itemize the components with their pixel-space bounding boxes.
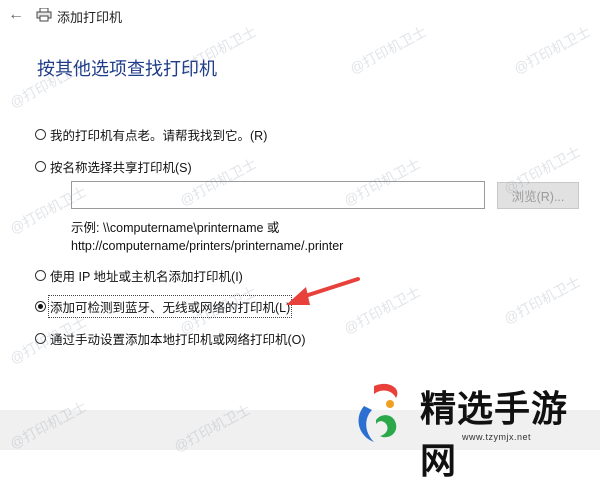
window-title: 添加打印机 xyxy=(57,10,123,25)
example-line-1: 示例: \\computername\printername 或 xyxy=(71,221,280,235)
option-detect-network-label: 添加可检测到蓝牙、无线或网络的打印机(L) xyxy=(47,295,293,318)
radio-ip-address[interactable] xyxy=(35,270,46,281)
page-heading: 按其他选项查找打印机 xyxy=(37,59,217,79)
example-line-2: http://computername/printers/printername… xyxy=(71,239,344,253)
printer-icon xyxy=(36,8,52,22)
radio-old-printer[interactable] xyxy=(35,129,46,140)
red-arrow-annotation xyxy=(286,277,360,305)
brand-url: www.tzymjx.net xyxy=(462,432,532,442)
option-old-printer[interactable]: 我的打印机有点老。请帮我找到它。(R) xyxy=(35,125,267,144)
radio-detect-network[interactable] xyxy=(35,301,46,312)
back-arrow-icon[interactable]: ← xyxy=(6,5,26,25)
option-shared-printer-label: 按名称选择共享打印机(S) xyxy=(50,161,192,175)
radio-shared-printer[interactable] xyxy=(35,161,46,172)
option-manual-setup-label: 通过手动设置添加本地打印机或网络打印机(O) xyxy=(50,333,306,347)
option-shared-printer[interactable]: 按名称选择共享打印机(S) xyxy=(35,157,192,176)
option-manual-setup[interactable]: 通过手动设置添加本地打印机或网络打印机(O) xyxy=(35,329,306,348)
option-old-printer-label: 我的打印机有点老。请帮我找到它。(R) xyxy=(50,129,268,143)
shared-printer-name-input[interactable] xyxy=(71,181,485,209)
example-text: 示例: \\computername\printername 或 http://… xyxy=(71,219,343,255)
browse-button[interactable]: 浏览(R)... xyxy=(497,182,579,209)
option-ip-address[interactable]: 使用 IP 地址或主机名添加打印机(I) xyxy=(35,266,243,285)
radio-manual-setup[interactable] xyxy=(35,333,46,344)
brand-logo: 精选手游网 www.tzymjx.net xyxy=(350,378,600,481)
title-bar: ← 添加打印机 xyxy=(0,0,600,32)
option-detect-network[interactable]: 添加可检测到蓝牙、无线或网络的打印机(L) xyxy=(35,295,293,318)
watermark-text: @打印机卫士 xyxy=(501,273,584,327)
option-ip-address-label: 使用 IP 地址或主机名添加打印机(I) xyxy=(50,270,243,284)
brand-mark-icon xyxy=(358,383,398,442)
